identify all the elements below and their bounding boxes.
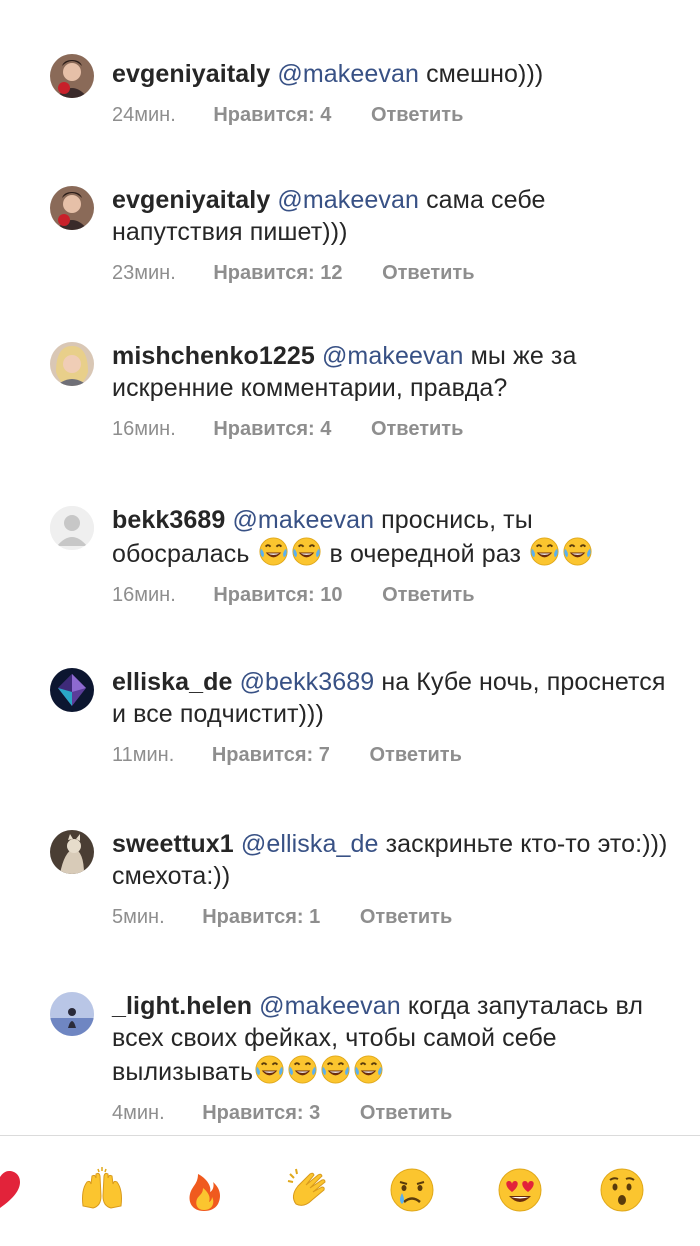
comment-likes[interactable]: Нравится: 1 xyxy=(202,906,320,928)
comment-likes[interactable]: Нравится: 4 xyxy=(213,104,331,126)
comment-time: 16мин. xyxy=(112,584,176,606)
comment-mention[interactable]: @bekk3689 xyxy=(240,668,375,696)
face-with-tears-of-joy-icon xyxy=(320,1054,351,1085)
comment-mention[interactable]: @makeevan xyxy=(232,506,374,534)
reply-button[interactable]: Ответить xyxy=(382,262,474,284)
avatar[interactable] xyxy=(50,668,94,712)
clapping-hands-icon[interactable] xyxy=(286,1166,334,1214)
comment-username[interactable]: elliska_de xyxy=(112,668,233,696)
emoji-quick-bar xyxy=(0,1135,700,1246)
comment-username[interactable]: mishchenko1225 xyxy=(112,342,315,370)
reply-button[interactable]: Ответить xyxy=(360,906,452,928)
comment-text: в очередной раз xyxy=(329,540,522,568)
comment-time: 4мин. xyxy=(112,1102,165,1124)
comment-likes[interactable]: Нравится: 10 xyxy=(213,584,342,606)
comment-likes[interactable]: Нравится: 7 xyxy=(212,744,330,766)
reply-button[interactable]: Ответить xyxy=(360,1102,452,1124)
face-with-tears-of-joy-icon xyxy=(258,536,289,567)
face-with-tears-of-joy-icon xyxy=(353,1054,384,1085)
comment-time: 5мин. xyxy=(112,906,165,928)
comment-time: 16мин. xyxy=(112,418,176,440)
face-with-tears-of-joy-icon xyxy=(254,1054,285,1085)
crying-face-icon[interactable] xyxy=(388,1166,436,1214)
avatar[interactable] xyxy=(50,992,94,1036)
face-with-tears-of-joy-icon xyxy=(287,1054,318,1085)
heart-eyes-icon[interactable] xyxy=(496,1166,544,1214)
comment-mention[interactable]: @makeevan xyxy=(277,60,419,88)
avatar[interactable] xyxy=(50,342,94,386)
comment-username[interactable]: _light.helen xyxy=(112,992,252,1020)
comment-time: 11мин. xyxy=(112,744,175,766)
comment-username[interactable]: evgeniyaitaly xyxy=(112,60,270,88)
raised-hands-icon[interactable] xyxy=(78,1166,126,1214)
avatar[interactable] xyxy=(50,186,94,230)
face-with-tears-of-joy-icon xyxy=(562,536,593,567)
comment-time: 23мин. xyxy=(112,262,176,284)
avatar[interactable] xyxy=(50,54,94,98)
face-with-tears-of-joy-icon xyxy=(291,536,322,567)
fire-icon[interactable] xyxy=(180,1166,228,1214)
comment-username[interactable]: evgeniyaitaly xyxy=(112,186,270,214)
comment-username[interactable]: bekk3689 xyxy=(112,506,225,534)
heart-icon[interactable] xyxy=(0,1166,24,1214)
comment-mention[interactable]: @makeevan xyxy=(259,992,401,1020)
reply-button[interactable]: Ответить xyxy=(382,584,474,606)
comment-text: смешно))) xyxy=(426,60,544,88)
comment-mention[interactable]: @makeevan xyxy=(322,342,464,370)
surprised-face-icon[interactable] xyxy=(598,1166,646,1214)
comment-mention[interactable]: @makeevan xyxy=(277,186,419,214)
comment-time: 24мин. xyxy=(112,104,176,126)
comment-likes[interactable]: Нравится: 3 xyxy=(202,1102,320,1124)
avatar[interactable] xyxy=(50,830,94,874)
comment-username[interactable]: sweettux1 xyxy=(112,830,234,858)
comment-likes[interactable]: Нравится: 4 xyxy=(213,418,331,440)
avatar[interactable] xyxy=(50,506,94,550)
face-with-tears-of-joy-icon xyxy=(529,536,560,567)
comment-mention[interactable]: @elliska_de xyxy=(241,830,379,858)
reply-button[interactable]: Ответить xyxy=(369,744,461,766)
reply-button[interactable]: Ответить xyxy=(371,418,463,440)
reply-button[interactable]: Ответить xyxy=(371,104,463,126)
comment-likes[interactable]: Нравится: 12 xyxy=(213,262,342,284)
